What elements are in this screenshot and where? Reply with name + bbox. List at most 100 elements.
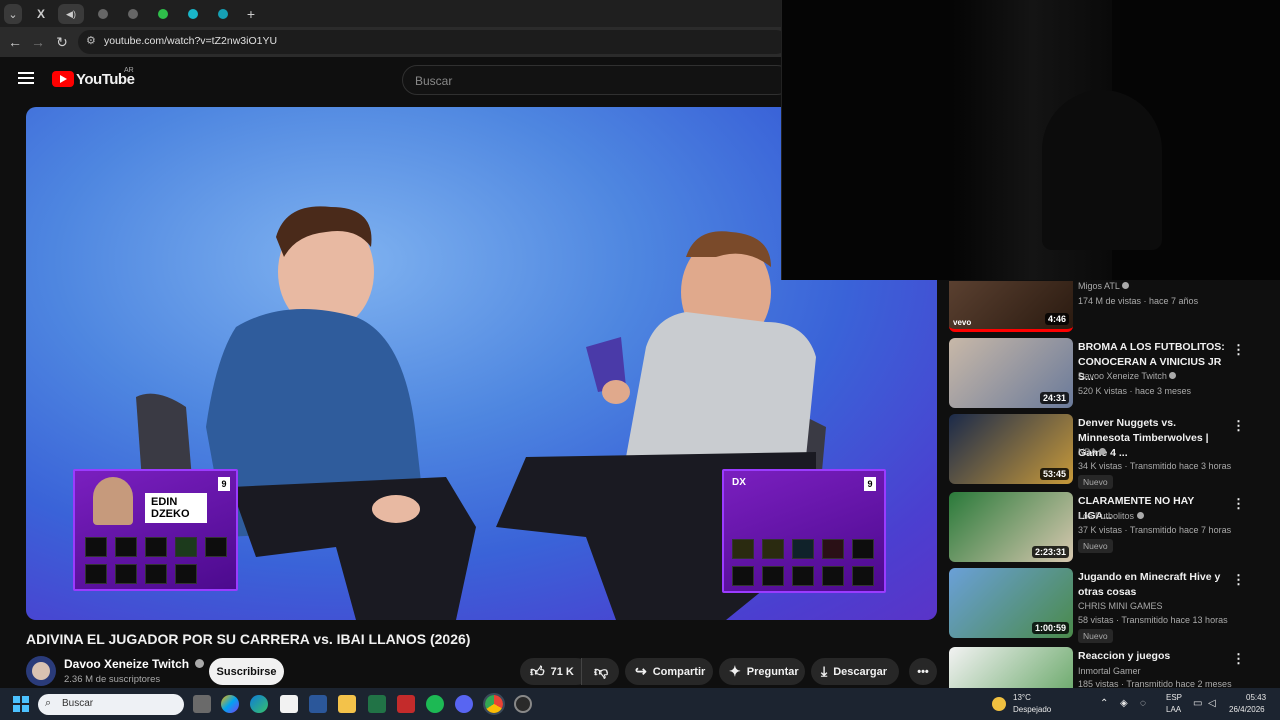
tab-4[interactable] bbox=[120, 4, 146, 24]
tab-list-button[interactable]: ⌄ bbox=[4, 4, 22, 24]
reload-icon: ↻ bbox=[56, 33, 68, 50]
overlay-silhouette bbox=[1042, 90, 1162, 250]
share-button[interactable]: ↪ Compartir bbox=[625, 658, 713, 685]
club-slot bbox=[792, 539, 814, 559]
related-video[interactable]: 1:00:59 Jugando en Minecraft Hive y otra… bbox=[949, 568, 1280, 643]
speaker-icon: ◀) bbox=[66, 8, 76, 19]
related-video[interactable]: 2:23:31 CLARAMENTE NO HAY LIGA... Los Fu… bbox=[949, 492, 1280, 564]
language-line1[interactable]: ESP bbox=[1166, 693, 1182, 702]
chrome-icon[interactable] bbox=[483, 693, 505, 715]
search-input[interactable]: Buscar bbox=[402, 65, 792, 95]
score-badge-left: 9 bbox=[218, 477, 230, 491]
edge-icon[interactable] bbox=[250, 695, 268, 713]
related-meta: 520 K vistas · hace 3 meses bbox=[1078, 386, 1192, 396]
word-icon[interactable] bbox=[309, 695, 327, 713]
related-channel-text: Davoo Xeneize Twitch bbox=[1078, 371, 1167, 381]
weather-desc: Despejado bbox=[1013, 705, 1052, 714]
thumbs-up-icon: 👍︎ bbox=[530, 663, 545, 679]
reload-button[interactable]: ↻ bbox=[53, 33, 71, 51]
site-info-icon[interactable]: ⚙ bbox=[86, 34, 96, 47]
country-code: AR bbox=[124, 67, 134, 74]
windows-start-icon[interactable] bbox=[13, 696, 29, 712]
like-count: 71 K bbox=[550, 665, 574, 678]
back-button[interactable]: ← bbox=[6, 33, 24, 51]
new-tab-button[interactable]: + bbox=[238, 4, 264, 24]
store-icon[interactable] bbox=[280, 695, 298, 713]
like-button[interactable]: 👍︎ 71 K bbox=[520, 658, 590, 685]
player-card-right: DX 9 bbox=[722, 469, 886, 593]
club-slot bbox=[115, 537, 137, 557]
avatar-image bbox=[32, 662, 50, 680]
arrow-left-icon: ← bbox=[8, 34, 22, 50]
channel-name[interactable]: Davoo Xeneize Twitch bbox=[64, 657, 205, 671]
language-line2: LAA bbox=[1166, 705, 1182, 714]
network-icon[interactable]: ◈ bbox=[1120, 698, 1128, 709]
club-slot bbox=[852, 566, 874, 586]
related-meta: 34 K vistas · Transmitido hace 3 horas bbox=[1078, 461, 1232, 471]
duration-badge: 53:45 bbox=[1039, 468, 1069, 480]
folder-icon[interactable] bbox=[338, 695, 356, 713]
related-meta: 174 M de vistas · hace 7 años bbox=[1078, 296, 1199, 306]
task-view-icon[interactable] bbox=[193, 695, 211, 713]
tab-6[interactable] bbox=[180, 4, 206, 24]
player-name-right: DX bbox=[732, 477, 746, 488]
related-title: Jugando en Minecraft Hive y otras cosas bbox=[1078, 571, 1221, 598]
app-icon[interactable] bbox=[397, 695, 415, 713]
menu-icon[interactable] bbox=[18, 72, 34, 84]
copilot-icon[interactable] bbox=[221, 695, 239, 713]
mute-icon[interactable]: ◌ bbox=[1140, 698, 1146, 709]
video-thumbnail: 2:23:31 bbox=[949, 492, 1073, 562]
weather-temp[interactable]: 13°C bbox=[1013, 693, 1031, 702]
display-icon[interactable]: ▭ bbox=[1193, 698, 1202, 709]
app-icon[interactable] bbox=[514, 695, 532, 713]
excel-icon[interactable] bbox=[368, 695, 386, 713]
more-vertical-icon[interactable]: ⋮ bbox=[1232, 651, 1245, 667]
taskbar-search-placeholder: Buscar bbox=[62, 698, 94, 709]
ask-label: Preguntar bbox=[746, 665, 799, 678]
forward-button[interactable]: → bbox=[29, 33, 47, 51]
chevron-up-icon[interactable]: ⌃ bbox=[1100, 698, 1108, 709]
subscribe-button[interactable]: Suscribirse bbox=[209, 658, 284, 685]
more-vertical-icon[interactable]: ⋮ bbox=[1232, 418, 1245, 434]
avatar[interactable] bbox=[26, 656, 56, 686]
tab-youtube-active[interactable]: ◀) bbox=[58, 4, 84, 24]
related-video[interactable]: Reaccion y juegos Inmortal Gamer 185 vis… bbox=[949, 647, 1280, 688]
download-button[interactable]: ⤓ Descargar bbox=[811, 658, 899, 685]
search-placeholder: Buscar bbox=[415, 74, 453, 88]
tab-3[interactable] bbox=[90, 4, 116, 24]
club-slot bbox=[85, 537, 107, 557]
spotify-icon[interactable] bbox=[426, 695, 444, 713]
youtube-logo[interactable]: YouTube bbox=[52, 70, 135, 88]
taskbar-search[interactable]: ⌕ Buscar bbox=[38, 694, 184, 715]
channel-name-text: Davoo Xeneize Twitch bbox=[64, 657, 190, 671]
related-video[interactable]: vevo 4:46 Migos ATL 174 M de vistas · ha… bbox=[949, 281, 1280, 333]
more-vertical-icon[interactable]: ⋮ bbox=[1232, 342, 1245, 358]
related-meta: 185 vistas · Transmitido hace 2 meses bbox=[1078, 679, 1232, 688]
related-video[interactable]: 53:45 Denver Nuggets vs. Minnesota Timbe… bbox=[949, 414, 1280, 489]
discord-icon[interactable] bbox=[455, 695, 473, 713]
more-vertical-icon[interactable]: ⋮ bbox=[1232, 572, 1245, 588]
more-actions-button[interactable]: ••• bbox=[909, 658, 937, 685]
clock-time[interactable]: 05:43 bbox=[1246, 693, 1266, 702]
volume-icon[interactable]: ◁ bbox=[1208, 698, 1216, 709]
verified-icon bbox=[1169, 372, 1177, 379]
video-thumbnail: 1:00:59 bbox=[949, 568, 1073, 638]
related-meta: 37 K vistas · Transmitido hace 7 horas bbox=[1078, 525, 1232, 535]
related-channel-text: Migos ATL bbox=[1078, 281, 1120, 291]
club-slot bbox=[145, 564, 167, 584]
dislike-button[interactable]: 👎︎ bbox=[581, 658, 619, 685]
ask-button[interactable]: ✦ Preguntar bbox=[719, 658, 805, 685]
moon-icon bbox=[992, 697, 1006, 711]
related-video[interactable]: 24:31 BROMA A LOS FUTBOLITOS: CONOCERAN … bbox=[949, 338, 1280, 410]
tab-icon bbox=[218, 9, 228, 19]
tab-5[interactable] bbox=[150, 4, 176, 24]
club-slot bbox=[115, 564, 137, 584]
tab-x[interactable]: X bbox=[28, 4, 54, 24]
tab-7[interactable] bbox=[210, 4, 236, 24]
url-bar[interactable]: ⚙ youtube.com/watch?v=tZ2nw3iO1YU bbox=[78, 30, 788, 54]
player-card-left: EDIN DZEKO 9 bbox=[73, 469, 238, 591]
more-vertical-icon[interactable]: ⋮ bbox=[1232, 496, 1245, 512]
plus-icon: + bbox=[246, 6, 256, 22]
thumbs-down-icon: 👎︎ bbox=[594, 663, 609, 679]
subscriber-count: 2.36 M de suscriptores bbox=[64, 674, 161, 685]
